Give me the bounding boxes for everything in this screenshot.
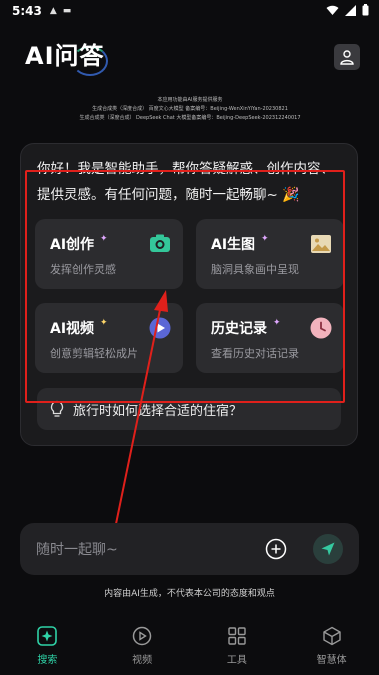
status-time: 5:43: [12, 4, 42, 18]
status-right: [326, 4, 369, 16]
registration-info: 本应用功能由AI服务提供服务 生成合成类（深度合成） 百度文心大模型 备案编号：…: [40, 96, 340, 123]
tab-label: 视频: [132, 655, 153, 666]
feature-subtitle: 脑洞具象画中呈现: [211, 263, 299, 276]
a-icon: ▲: [49, 6, 57, 16]
signal-icon: [345, 4, 356, 16]
feature-title: AI视频: [50, 321, 95, 337]
send-button[interactable]: [313, 534, 343, 564]
feature-title: AI生图: [211, 237, 256, 253]
feature-ai-image[interactable]: AI生图 ✦ 脑洞具象画中呈现: [196, 219, 344, 289]
feature-ai-writing[interactable]: AI创作 ✦ 发挥创作灵感: [35, 219, 183, 289]
send-icon: [321, 542, 335, 556]
feature-ai-video[interactable]: AI视频 ✦ 创意剪辑轻松成片: [35, 303, 183, 373]
lightbulb-icon: [50, 400, 64, 417]
cube-icon: [322, 626, 341, 646]
tab-label: 智慧体: [316, 655, 347, 666]
status-bar: 5:43 ▲ ▬: [0, 0, 379, 22]
user-icon: [340, 50, 354, 65]
grid-icon: [228, 627, 246, 645]
feature-subtitle: 查看历史对话记录: [211, 347, 299, 360]
chat-input-bar[interactable]: 随时一起聊~: [20, 523, 359, 575]
registration-line: 生成合成类（深度合成） 百度文心大模型 备案编号：Beijing-WenXinY…: [92, 106, 288, 112]
battery-icon: [362, 4, 369, 16]
clock-icon: [310, 317, 332, 339]
feature-history[interactable]: 历史记录 ✦ 查看历史对话记录: [196, 303, 344, 373]
user-profile-button[interactable]: [334, 44, 360, 70]
wifi-icon: [326, 5, 339, 15]
page-title: AI问答: [25, 42, 105, 70]
add-attachment-button[interactable]: [265, 538, 287, 560]
suggestion-chip[interactable]: 旅行时如何选择合适的住宿？: [37, 388, 341, 430]
play-icon: [149, 317, 171, 339]
feature-title: 历史记录: [211, 321, 267, 337]
greeting-message: 你好！我是智能助手，帮你答疑解惑、创作内容、提供灵感。有任何问题，随时一起畅聊~…: [37, 156, 347, 208]
ai-disclaimer: 内容由AI生成，不代表本公司的态度和观点: [104, 589, 275, 599]
bottom-tab-bar: 搜索 视频 工具 智慧体: [0, 620, 379, 675]
tab-search[interactable]: 搜索: [0, 620, 95, 675]
chat-input-placeholder[interactable]: 随时一起聊~: [36, 539, 118, 559]
sparkle-icon: ✦: [261, 234, 269, 244]
image-icon: [311, 235, 331, 253]
sparkle-icon: [37, 626, 58, 646]
tab-label: 工具: [226, 655, 247, 666]
suggestion-text: 旅行时如何选择合适的住宿？: [73, 403, 243, 419]
play-circle-icon: [132, 626, 152, 646]
registration-line: 本应用功能由AI服务提供服务: [157, 97, 223, 103]
feature-subtitle: 发挥创作灵感: [50, 263, 116, 276]
tab-tools[interactable]: 工具: [190, 620, 285, 675]
registration-line: 生成合成类（深度合成） DeepSeek Chat 大模型备案编号：Beijin…: [79, 115, 301, 121]
sparkle-icon: ✦: [273, 318, 281, 328]
feature-subtitle: 创意剪辑轻松成片: [50, 347, 138, 360]
tab-agent[interactable]: 智慧体: [284, 620, 379, 675]
tab-video[interactable]: 视频: [95, 620, 190, 675]
feature-title: AI创作: [50, 237, 95, 253]
tab-label: 搜索: [37, 655, 58, 666]
party-popper-icon: 🎉: [282, 187, 300, 203]
ticket-icon: ▬: [62, 6, 72, 16]
sparkle-icon: ✦: [100, 318, 108, 328]
sparkle-icon: ✦: [100, 234, 108, 244]
camera-icon: [150, 234, 170, 252]
